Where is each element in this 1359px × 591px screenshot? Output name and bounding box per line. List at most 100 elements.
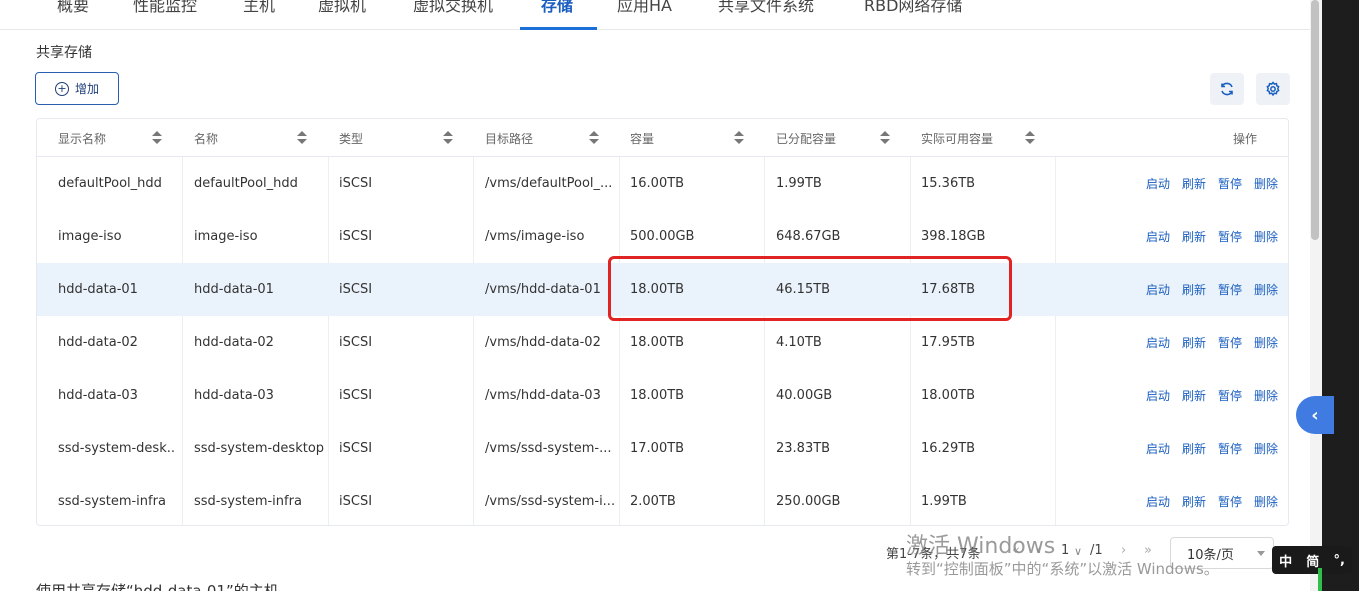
cell-name: image-iso (194, 229, 258, 244)
windows-activation-watermark: 激活 Windows 转到“控制面板”中的“系统”以激活 Windows。 (906, 528, 1219, 579)
header-actions: 操作 (1233, 119, 1283, 157)
delete-button[interactable]: 删除 (1254, 387, 1278, 404)
pause-button[interactable]: 暂停 (1218, 493, 1242, 510)
cell-allocated: 40.00GB (776, 388, 833, 403)
cell-target-path: /vms/hdd-data-03 (485, 388, 601, 403)
pause-button[interactable]: 暂停 (1218, 387, 1242, 404)
header-type[interactable]: 类型 (339, 119, 473, 157)
add-button[interactable]: + 增加 (35, 72, 119, 105)
watermark-line2: 转到“控制面板”中的“系统”以激活 Windows。 (906, 560, 1219, 578)
cell-target-path: /vms/hdd-data-02 (485, 335, 601, 350)
table-row[interactable]: ssd-system-infra ssd-system-infra iSCSI/vm… (37, 475, 1288, 525)
tab-storage[interactable]: 存储 (541, 0, 573, 16)
header-label: 显示名称 (58, 131, 107, 146)
cell-display-name: hdd-data-01 (58, 282, 138, 297)
cell-display-name: hdd-data-02 (58, 335, 138, 350)
table-header: 显示名称 名称 类型 目标路径 容量 已分配容量 实际可用容量 操作 (37, 119, 1288, 157)
ime-indicator[interactable]: 中 简 °, (1272, 546, 1352, 574)
ime-punctuation: °, (1333, 552, 1345, 568)
pause-button[interactable]: 暂停 (1218, 334, 1242, 351)
header-label: 实际可用容量 (921, 131, 994, 146)
header-capacity[interactable]: 容量 (630, 119, 764, 157)
refresh-row-button[interactable]: 刷新 (1182, 334, 1206, 351)
header-allocated[interactable]: 已分配容量 (776, 119, 910, 157)
tab-vms[interactable]: 虚拟机 (318, 0, 366, 16)
cell-name: defaultPool_hdd (194, 176, 298, 191)
sort-icon[interactable] (734, 131, 744, 145)
cell-capacity: 18.00TB (630, 335, 685, 350)
start-button[interactable]: 启动 (1146, 175, 1170, 192)
cell-display-name: ssd-system-infra (58, 494, 166, 509)
tab-performance[interactable]: 性能监控 (133, 0, 197, 16)
refresh-row-button[interactable]: 刷新 (1182, 387, 1206, 404)
storage-table: 显示名称 名称 类型 目标路径 容量 已分配容量 实际可用容量 操作 defau… (36, 118, 1289, 526)
sort-icon[interactable] (152, 131, 162, 145)
table-row[interactable]: hdd-data-02 hdd-data-02 iSCSI/vms/hdd-data… (37, 316, 1288, 369)
table-row[interactable]: image-iso image-iso iSCSI/vms/image-iso 500… (37, 210, 1288, 263)
table-row[interactable]: ssd-system-desk... ssd-system-desktop iSCS… (37, 422, 1288, 475)
refresh-row-button[interactable]: 刷新 (1182, 493, 1206, 510)
table-row[interactable]: hdd-data-01 hdd-data-01 iSCSI/vms/hdd-data… (37, 263, 1288, 316)
next-section-title: 使用共享存储“hdd-data-01”的主机 (36, 582, 279, 591)
side-panel-edge (1322, 0, 1359, 591)
start-button[interactable]: 启动 (1146, 493, 1170, 510)
cell-allocated: 250.00GB (776, 494, 841, 509)
refresh-row-button[interactable]: 刷新 (1182, 440, 1206, 457)
scrollbar-thumb[interactable] (1311, 0, 1319, 240)
delete-button[interactable]: 删除 (1254, 493, 1278, 510)
row-actions: 启动 刷新 暂停 删除 (1146, 369, 1278, 422)
row-actions: 启动 刷新 暂停 删除 (1146, 475, 1278, 525)
header-target-path[interactable]: 目标路径 (485, 119, 619, 157)
start-button[interactable]: 启动 (1146, 387, 1170, 404)
delete-button[interactable]: 删除 (1254, 281, 1278, 298)
delete-button[interactable]: 删除 (1254, 228, 1278, 245)
watermark-line1: 激活 Windows (906, 534, 1056, 559)
active-tab-indicator (520, 27, 597, 30)
sort-icon[interactable] (297, 131, 307, 145)
pause-button[interactable]: 暂停 (1218, 440, 1242, 457)
table-row[interactable]: hdd-data-03 hdd-data-03 iSCSI/vms/hdd-data… (37, 369, 1288, 422)
gear-icon (1266, 81, 1280, 97)
refresh-row-button[interactable]: 刷新 (1182, 228, 1206, 245)
cell-available: 17.68TB (921, 282, 976, 297)
start-button[interactable]: 启动 (1146, 228, 1170, 245)
header-label: 目标路径 (485, 131, 534, 146)
cell-display-name: defaultPool_hdd (58, 176, 162, 191)
refresh-row-button[interactable]: 刷新 (1182, 175, 1206, 192)
start-button[interactable]: 启动 (1146, 334, 1170, 351)
pause-button[interactable]: 暂停 (1218, 228, 1242, 245)
sort-icon[interactable] (443, 131, 453, 145)
settings-button[interactable] (1256, 73, 1290, 105)
cell-name: hdd-data-03 (194, 388, 274, 403)
cell-capacity: 18.00TB (630, 388, 685, 403)
cell-capacity: 16.00TB (630, 176, 685, 191)
tab-rbd[interactable]: RBD网络存储 (864, 0, 962, 16)
cell-type: iSCSI (339, 388, 373, 403)
cell-display-name: hdd-data-03 (58, 388, 138, 403)
tab-hosts[interactable]: 主机 (243, 0, 275, 16)
start-button[interactable]: 启动 (1146, 281, 1170, 298)
refresh-button[interactable] (1210, 73, 1244, 105)
header-name[interactable]: 名称 (194, 119, 328, 157)
delete-button[interactable]: 删除 (1254, 334, 1278, 351)
header-label: 容量 (630, 131, 655, 146)
header-display-name[interactable]: 显示名称 (58, 119, 182, 157)
tab-overview[interactable]: 概要 (57, 0, 89, 16)
sort-icon[interactable] (1025, 131, 1035, 145)
table-row[interactable]: defaultPool_hdd defaultPool_hdd iSCSI/vms/… (37, 157, 1288, 210)
refresh-row-button[interactable]: 刷新 (1182, 281, 1206, 298)
pause-button[interactable]: 暂停 (1218, 281, 1242, 298)
sort-icon[interactable] (880, 131, 890, 145)
tab-app-ha[interactable]: 应用HA (617, 0, 672, 16)
delete-button[interactable]: 删除 (1254, 175, 1278, 192)
pause-button[interactable]: 暂停 (1218, 175, 1242, 192)
collapse-panel-button[interactable]: ‹ (1296, 396, 1334, 434)
start-button[interactable]: 启动 (1146, 440, 1170, 457)
tab-vswitch[interactable]: 虚拟交换机 (413, 0, 493, 16)
delete-button[interactable]: 删除 (1254, 440, 1278, 457)
header-available[interactable]: 实际可用容量 (921, 119, 1055, 157)
cell-target-path: /vms/defaultPool_... (485, 176, 613, 191)
sort-icon[interactable] (589, 131, 599, 145)
add-button-label: 增加 (74, 82, 99, 96)
tab-shared-fs[interactable]: 共享文件系统 (718, 0, 814, 16)
